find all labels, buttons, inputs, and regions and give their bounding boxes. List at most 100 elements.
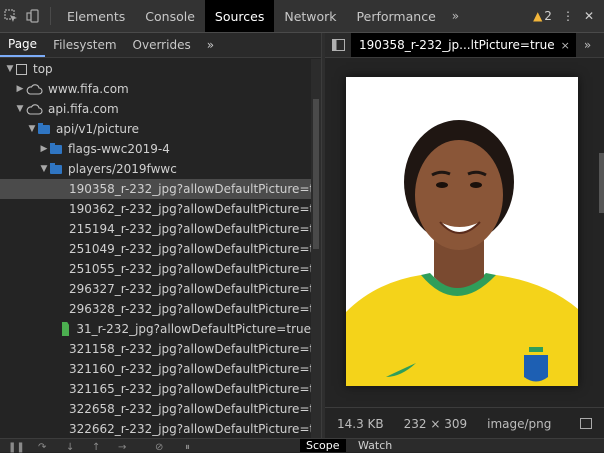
warning-icon: ▲ (533, 9, 543, 23)
cloud-icon (26, 103, 43, 115)
tree-node-flags[interactable]: ▶ flags-wwc2019-4 (0, 139, 311, 159)
tree-file[interactable]: 321165_r-232_jpg?allowDefaultPicture=tru… (0, 379, 311, 399)
debugger-toolbar: ❚❚ ↷ ↓ ↑ → ⊘ ⏸ Scope Watch (0, 438, 604, 453)
tree-label: api.fifa.com (48, 102, 119, 116)
more-navigator-tabs[interactable]: » (199, 33, 222, 57)
folder-icon (38, 122, 50, 134)
image-info-bar: 14.3 KB 232 × 309 image/png (325, 407, 604, 439)
fit-image-icon[interactable] (580, 418, 592, 429)
tab-watch[interactable]: Watch (352, 439, 398, 452)
tree-file[interactable]: 215194_r-232_jpg?allowDefaultPicture=tru… (0, 219, 311, 239)
step-into-icon[interactable]: ↓ (66, 442, 74, 453)
expand-down-icon: ▼ (28, 124, 36, 134)
warnings-counter[interactable]: ▲ 2 (533, 9, 552, 23)
image-mime: image/png (487, 416, 552, 431)
deactivate-breakpoints-icon[interactable]: ⊘ (155, 442, 163, 453)
step-icon[interactable]: → (118, 442, 126, 453)
file-label: 190362_r-232_jpg?allowDefaultPicture=tru… (69, 202, 311, 216)
toggle-navigator-icon[interactable] (325, 33, 351, 57)
tree-file[interactable]: 190358_r-232_jpg?allowDefaultPicture=tru… (0, 179, 311, 199)
tree-node-api-fifa[interactable]: ▼ api.fifa.com (0, 99, 311, 119)
file-tree: ▼ top ▶ www.fifa.com ▼ api.fifa.com ▼ ap… (0, 59, 311, 439)
tab-elements[interactable]: Elements (57, 0, 135, 32)
tree-node-players[interactable]: ▼ players/2019fwwc (0, 159, 311, 179)
tab-console[interactable]: Console (135, 0, 205, 32)
frame-icon (16, 63, 27, 75)
open-file-label: 190358_r-232_jp...ltPicture=true (359, 38, 555, 52)
image-preview (346, 77, 578, 386)
folder-icon (50, 142, 62, 154)
image-dimensions: 232 × 309 (403, 416, 468, 431)
devtools-toolbar: Elements Console Sources Network Perform… (0, 0, 604, 33)
expand-down-icon: ▼ (40, 164, 48, 174)
tree-node-top[interactable]: ▼ top (0, 59, 311, 79)
expand-right-icon: ▶ (16, 84, 24, 94)
cloud-icon (26, 83, 43, 95)
file-label: 251055_r-232_jpg?allowDefaultPicture=tru… (69, 262, 311, 276)
file-label: 31_r-232_jpg?allowDefaultPicture=true (76, 322, 311, 336)
step-over-icon[interactable]: ↷ (38, 442, 46, 453)
player-photo (346, 77, 578, 386)
close-tab-icon[interactable]: × (561, 39, 570, 52)
pause-exceptions-icon[interactable]: ⏸ (185, 442, 190, 453)
file-label: 296328_r-232_jpg?allowDefaultPicture=tru… (69, 302, 311, 316)
close-icon[interactable]: ✕ (584, 9, 594, 23)
tree-node-www-fifa[interactable]: ▶ www.fifa.com (0, 79, 311, 99)
tree-label: top (33, 62, 53, 76)
step-out-icon[interactable]: ↑ (92, 442, 100, 453)
file-label: 321158_r-232_jpg?allowDefaultPicture=tru… (69, 342, 311, 356)
scrollbar-thumb[interactable] (313, 99, 319, 249)
file-label: 190358_r-232_jpg?allowDefaultPicture=tru… (69, 182, 311, 196)
navigator-scrollbar[interactable] (311, 59, 321, 451)
tree-file[interactable]: 296328_r-232_jpg?allowDefaultPicture=tru… (0, 299, 311, 319)
toolbar-divider (50, 7, 51, 25)
tab-sources[interactable]: Sources (204, 0, 275, 32)
tree-file[interactable]: 251055_r-232_jpg?allowDefaultPicture=tru… (0, 259, 311, 279)
tree-file[interactable]: 322658_r-232_jpg?allowDefaultPicture=tru… (0, 399, 311, 419)
navigator-pane: Page Filesystem Overrides » ▼ top ▶ www.… (0, 33, 321, 451)
tab-filesystem[interactable]: Filesystem (45, 33, 124, 57)
tree-file[interactable]: 321158_r-232_jpg?allowDefaultPicture=tru… (0, 339, 311, 359)
inspect-element-icon[interactable] (0, 0, 22, 32)
device-toggle-icon[interactable] (22, 0, 44, 32)
tree-file[interactable]: 190362_r-232_jpg?allowDefaultPicture=tru… (0, 199, 311, 219)
file-label: 296327_r-232_jpg?allowDefaultPicture=tru… (69, 282, 311, 296)
tab-network[interactable]: Network (274, 0, 346, 32)
warning-count: 2 (544, 9, 552, 23)
tree-label: flags-wwc2019-4 (68, 142, 170, 156)
tree-file[interactable]: 31_r-232_jpg?allowDefaultPicture=true (0, 319, 311, 339)
menu-icon[interactable]: ⋮ (562, 9, 574, 23)
tree-label: www.fifa.com (48, 82, 129, 96)
more-tabs-button[interactable]: » (446, 0, 465, 32)
tab-page[interactable]: Page (0, 33, 46, 57)
file-label: 322662_r-232_jpg?allowDefaultPicture=tru… (69, 422, 311, 436)
expand-down-icon: ▼ (6, 64, 14, 74)
navigator-tabs: Page Filesystem Overrides » (0, 33, 321, 58)
tree-file[interactable]: 296327_r-232_jpg?allowDefaultPicture=tru… (0, 279, 311, 299)
editor-scrollbar[interactable] (599, 153, 604, 213)
file-label: 322658_r-232_jpg?allowDefaultPicture=tru… (69, 402, 311, 416)
folder-icon (50, 162, 62, 174)
tab-performance[interactable]: Performance (347, 0, 446, 32)
editor-pane: 190358_r-232_jp...ltPicture=true × » 14.… (325, 33, 604, 451)
file-label: 251049_r-232_jpg?allowDefaultPicture=tru… (69, 242, 311, 256)
expand-down-icon: ▼ (16, 104, 24, 114)
pause-icon[interactable]: ❚❚ (8, 442, 25, 453)
tree-file[interactable]: 321160_r-232_jpg?allowDefaultPicture=tru… (0, 359, 311, 379)
file-label: 321160_r-232_jpg?allowDefaultPicture=tru… (69, 362, 311, 376)
file-label: 321165_r-232_jpg?allowDefaultPicture=tru… (69, 382, 311, 396)
tab-overrides[interactable]: Overrides (125, 33, 199, 57)
file-label: 215194_r-232_jpg?allowDefaultPicture=tru… (69, 222, 311, 236)
editor-tabs: 190358_r-232_jp...ltPicture=true × » (325, 33, 604, 58)
tree-label: players/2019fwwc (68, 162, 177, 176)
tree-node-api-picture[interactable]: ▼ api/v1/picture (0, 119, 311, 139)
tab-scope[interactable]: Scope (300, 439, 346, 452)
file-icon (62, 322, 70, 336)
tree-label: api/v1/picture (56, 122, 140, 136)
tree-file[interactable]: 251049_r-232_jpg?allowDefaultPicture=tru… (0, 239, 311, 259)
image-size: 14.3 KB (337, 416, 384, 431)
tree-file[interactable]: 322662_r-232_jpg?allowDefaultPicture=tru… (0, 419, 311, 439)
expand-right-icon: ▶ (40, 144, 48, 154)
more-editor-tabs[interactable]: » (576, 33, 599, 57)
open-file-tab[interactable]: 190358_r-232_jp...ltPicture=true × (351, 33, 576, 57)
